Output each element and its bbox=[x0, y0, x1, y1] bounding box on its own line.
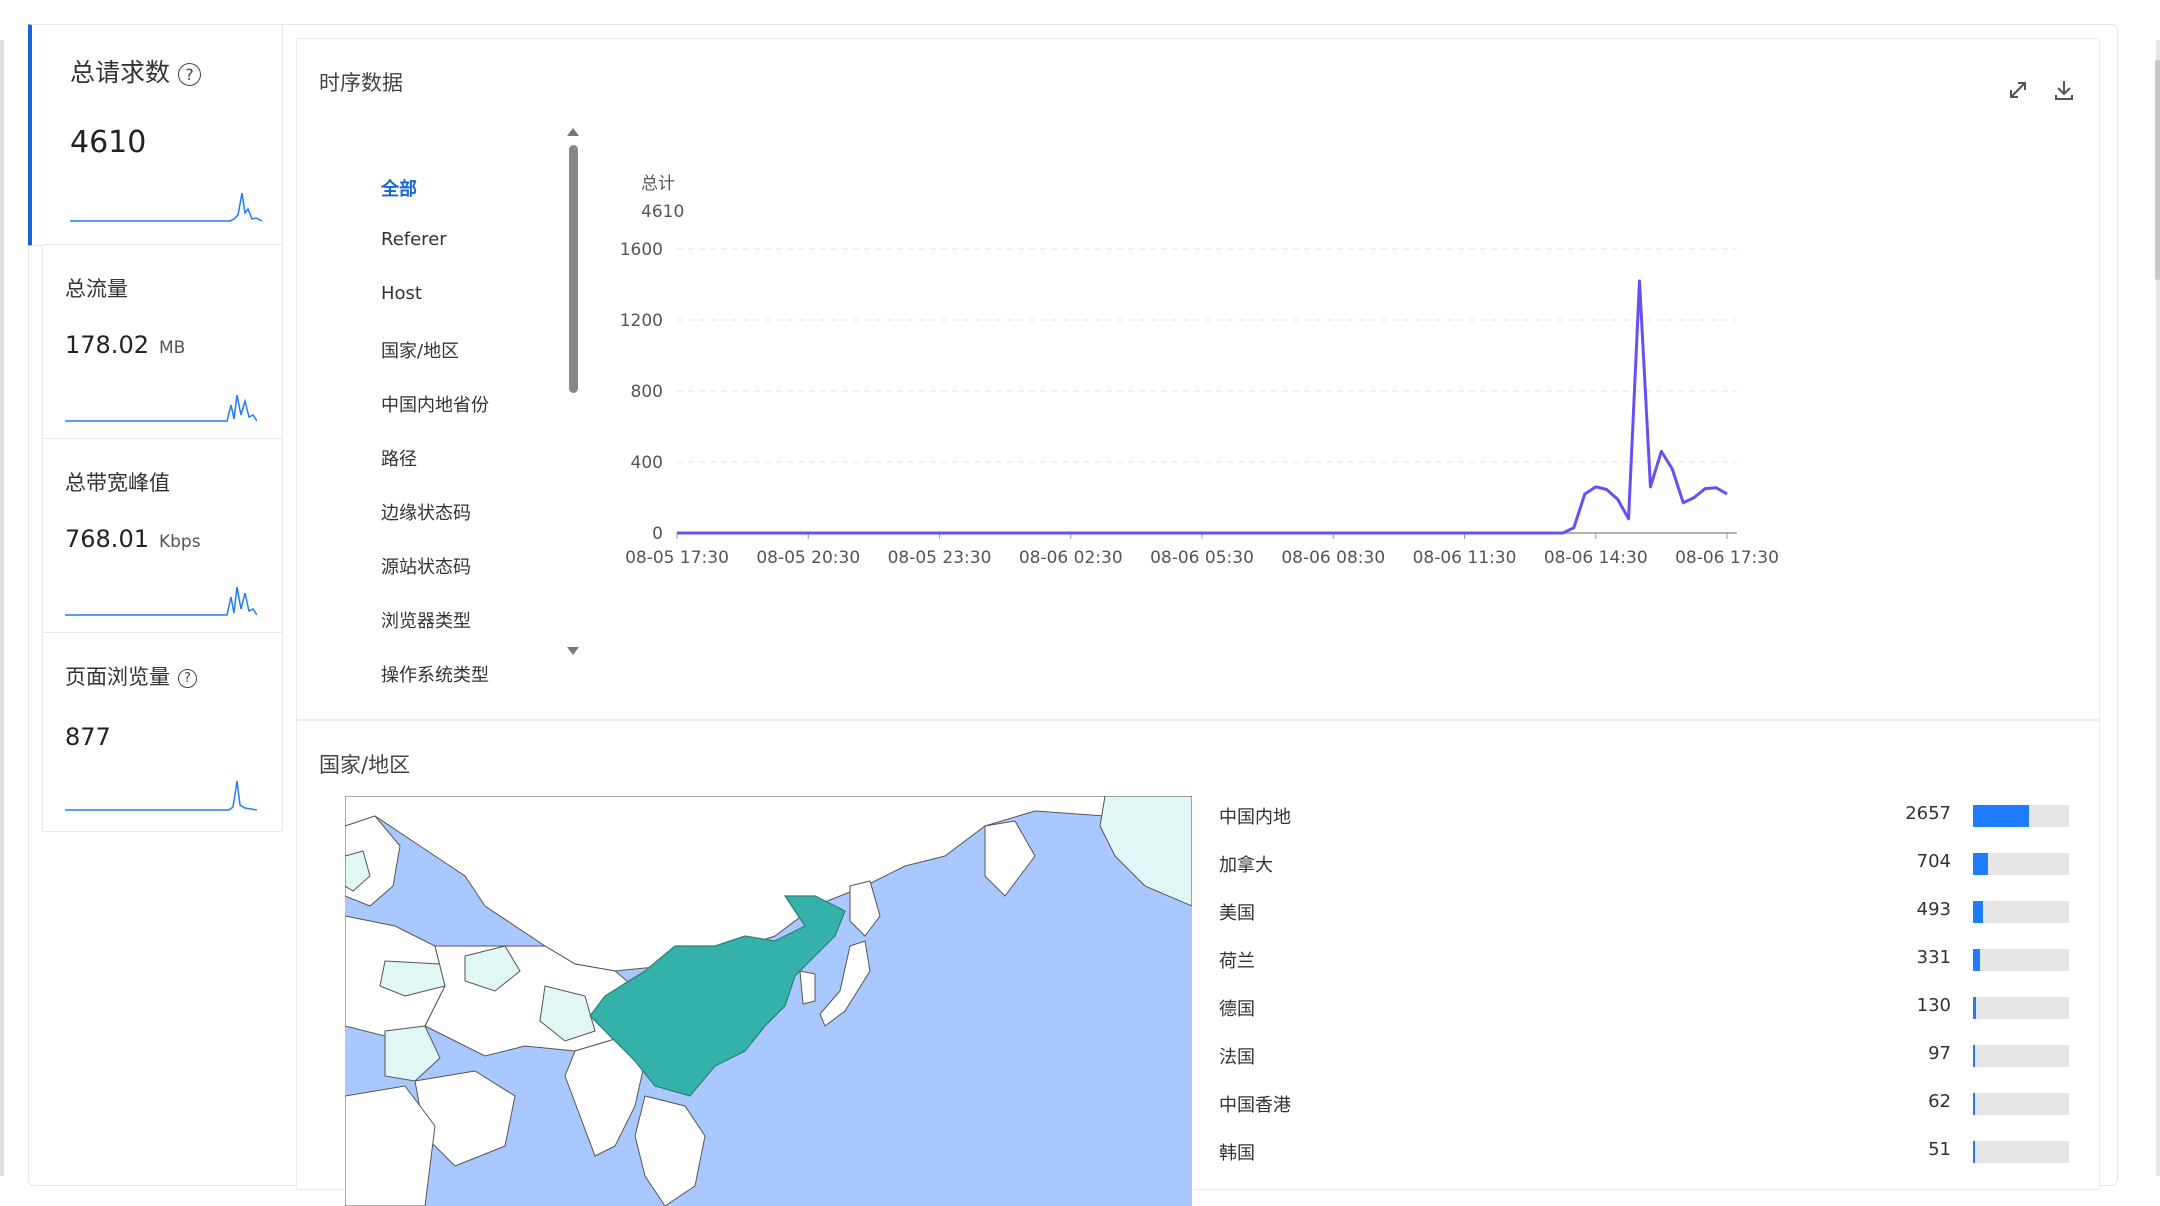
ranking-count: 97 bbox=[1928, 1043, 1951, 1064]
sparkline bbox=[65, 586, 257, 616]
ranking-bar-track bbox=[1973, 1141, 2069, 1163]
sparkline bbox=[65, 394, 257, 422]
ranking-count: 331 bbox=[1916, 947, 1951, 968]
help-icon[interactable]: ? bbox=[178, 62, 202, 86]
dimension-item-referer[interactable]: Referer bbox=[381, 229, 447, 250]
metric-card-traffic[interactable]: 总流量 178.02 MB bbox=[42, 244, 283, 439]
ranking-bar-track bbox=[1973, 949, 2069, 971]
dimension-scrollbar-thumb[interactable] bbox=[569, 145, 578, 393]
metric-card-requests[interactable]: 总请求数? 4610 bbox=[28, 24, 283, 246]
dimension-item-host[interactable]: Host bbox=[381, 283, 422, 304]
x-tick-label: 08-06 08:30 bbox=[1281, 548, 1385, 568]
ranking-row[interactable]: 加拿大 704 bbox=[1219, 849, 2069, 879]
sparkline bbox=[65, 780, 257, 811]
x-tick-label: 08-06 05:30 bbox=[1150, 548, 1254, 568]
dimension-item-path[interactable]: 路径 bbox=[381, 445, 417, 471]
ranking-bar-fill bbox=[1973, 1141, 1975, 1163]
ranking-bar-track bbox=[1973, 1045, 2069, 1067]
world-map[interactable] bbox=[345, 796, 1192, 1206]
metric-value: 4610 bbox=[70, 125, 147, 160]
download-icon[interactable] bbox=[2049, 75, 2079, 105]
metric-value: 877 bbox=[65, 723, 111, 751]
y-tick-label: 400 bbox=[631, 453, 663, 473]
help-icon[interactable]: ? bbox=[178, 668, 197, 688]
x-tick-label: 08-05 23:30 bbox=[888, 548, 992, 568]
ranking-bar-fill bbox=[1973, 901, 1983, 923]
ranking-count: 130 bbox=[1916, 995, 1951, 1016]
ranking-row[interactable]: 德国 130 bbox=[1219, 993, 2069, 1023]
ranking-name: 德国 bbox=[1219, 999, 1255, 1020]
ranking-bar-fill bbox=[1973, 949, 1980, 971]
ranking-row[interactable]: 美国 493 bbox=[1219, 897, 2069, 927]
ranking-bar-fill bbox=[1973, 1093, 1975, 1115]
series-line[interactable] bbox=[677, 279, 1728, 535]
y-tick-label: 1200 bbox=[620, 311, 663, 331]
metric-card-page-views[interactable]: 页面浏览量? 877 bbox=[42, 632, 283, 832]
dimension-item-province[interactable]: 中国内地省份 bbox=[381, 391, 489, 417]
ranking-name: 美国 bbox=[1219, 903, 1255, 924]
ranking-count: 493 bbox=[1916, 899, 1951, 920]
dimension-item-edge-status[interactable]: 边缘状态码 bbox=[381, 499, 471, 525]
ranking-name: 加拿大 bbox=[1219, 855, 1273, 876]
ranking-name: 荷兰 bbox=[1219, 951, 1255, 972]
ranking-bar-fill bbox=[1973, 1045, 1975, 1067]
ranking-row[interactable]: 荷兰 331 bbox=[1219, 945, 2069, 975]
metric-label: 总流量 bbox=[65, 277, 128, 301]
x-tick-label: 08-06 02:30 bbox=[1019, 548, 1123, 568]
x-tick-label: 08-06 11:30 bbox=[1413, 548, 1517, 568]
ranking-bar-fill bbox=[1973, 805, 2029, 827]
dimension-item-os[interactable]: 操作系统类型 bbox=[381, 661, 489, 687]
ranking-row[interactable]: 中国香港 62 bbox=[1219, 1089, 2069, 1119]
ranking-row[interactable]: 法国 97 bbox=[1219, 1041, 2069, 1071]
expand-icon[interactable] bbox=[2003, 75, 2033, 105]
metric-label: 总带宽峰值 bbox=[65, 471, 170, 495]
x-tick-label: 08-06 17:30 bbox=[1675, 548, 1779, 568]
ranking-count: 62 bbox=[1928, 1091, 1951, 1112]
series-label: 总计 bbox=[641, 174, 675, 194]
window-scrollbar-thumb[interactable] bbox=[2155, 60, 2160, 280]
dimension-item-origin-status[interactable]: 源站状态码 bbox=[381, 553, 471, 579]
ranking-name: 法国 bbox=[1219, 1047, 1255, 1068]
dimension-item-all[interactable]: 全部 bbox=[381, 175, 417, 201]
ranking-row[interactable]: 中国内地 2657 bbox=[1219, 801, 2069, 831]
x-tick-label: 08-05 20:30 bbox=[756, 548, 860, 568]
timeseries-chart: 总计 4610 0 400 800 1200 1600 08-05 17:30 08-05… bbox=[620, 174, 1779, 568]
dimension-item-browser[interactable]: 浏览器类型 bbox=[381, 607, 471, 633]
ranking-name: 中国香港 bbox=[1219, 1095, 1291, 1116]
series-total: 4610 bbox=[641, 202, 684, 222]
ranking-count: 704 bbox=[1916, 851, 1951, 872]
metric-value: 768.01 Kbps bbox=[65, 525, 201, 553]
ranking-bar-track bbox=[1973, 853, 2069, 875]
ranking-count: 51 bbox=[1928, 1139, 1951, 1160]
dimension-item-country[interactable]: 国家/地区 bbox=[381, 337, 459, 363]
y-tick-label: 1600 bbox=[620, 240, 663, 260]
sparkline bbox=[70, 192, 262, 222]
ranking-name: 韩国 bbox=[1219, 1143, 1255, 1164]
ranking-bar-fill bbox=[1973, 997, 1976, 1019]
scroll-down-arrow[interactable] bbox=[567, 647, 579, 655]
metric-value: 178.02 MB bbox=[65, 331, 186, 359]
metric-label: 页面浏览量? bbox=[65, 661, 197, 691]
scroll-up-arrow[interactable] bbox=[567, 128, 579, 136]
metric-card-bandwidth-peak[interactable]: 总带宽峰值 768.01 Kbps bbox=[42, 438, 283, 633]
ranking-bar-track bbox=[1973, 1093, 2069, 1115]
y-tick-label: 800 bbox=[631, 382, 663, 402]
y-tick-label: 0 bbox=[652, 524, 663, 544]
ranking-bar-track bbox=[1973, 901, 2069, 923]
map-graphic bbox=[345, 796, 1192, 1206]
x-tick-label: 08-06 14:30 bbox=[1544, 548, 1648, 568]
panel-title: 国家/地区 bbox=[319, 753, 411, 777]
metric-label: 总请求数? bbox=[70, 53, 202, 89]
panel-title: 时序数据 bbox=[319, 71, 403, 95]
ranking-bar-fill bbox=[1973, 853, 1988, 875]
ranking-row[interactable]: 韩国 51 bbox=[1219, 1137, 2069, 1167]
ranking-name: 中国内地 bbox=[1219, 807, 1291, 828]
ranking-count: 2657 bbox=[1905, 803, 1951, 824]
region-panel: 国家/地区 中国内地 2657 加拿大 704 美国 493 荷兰 331 德国… bbox=[296, 720, 2100, 1206]
ranking-bar-track bbox=[1973, 997, 2069, 1019]
ranking-bar-track bbox=[1973, 805, 2069, 827]
x-tick-label: 08-05 17:30 bbox=[625, 548, 729, 568]
window-left-edge bbox=[0, 40, 4, 1176]
timeseries-panel: 时序数据 全部 Referer Host 国家/地区 中国内地省份 路径 边缘状… bbox=[296, 38, 2100, 720]
